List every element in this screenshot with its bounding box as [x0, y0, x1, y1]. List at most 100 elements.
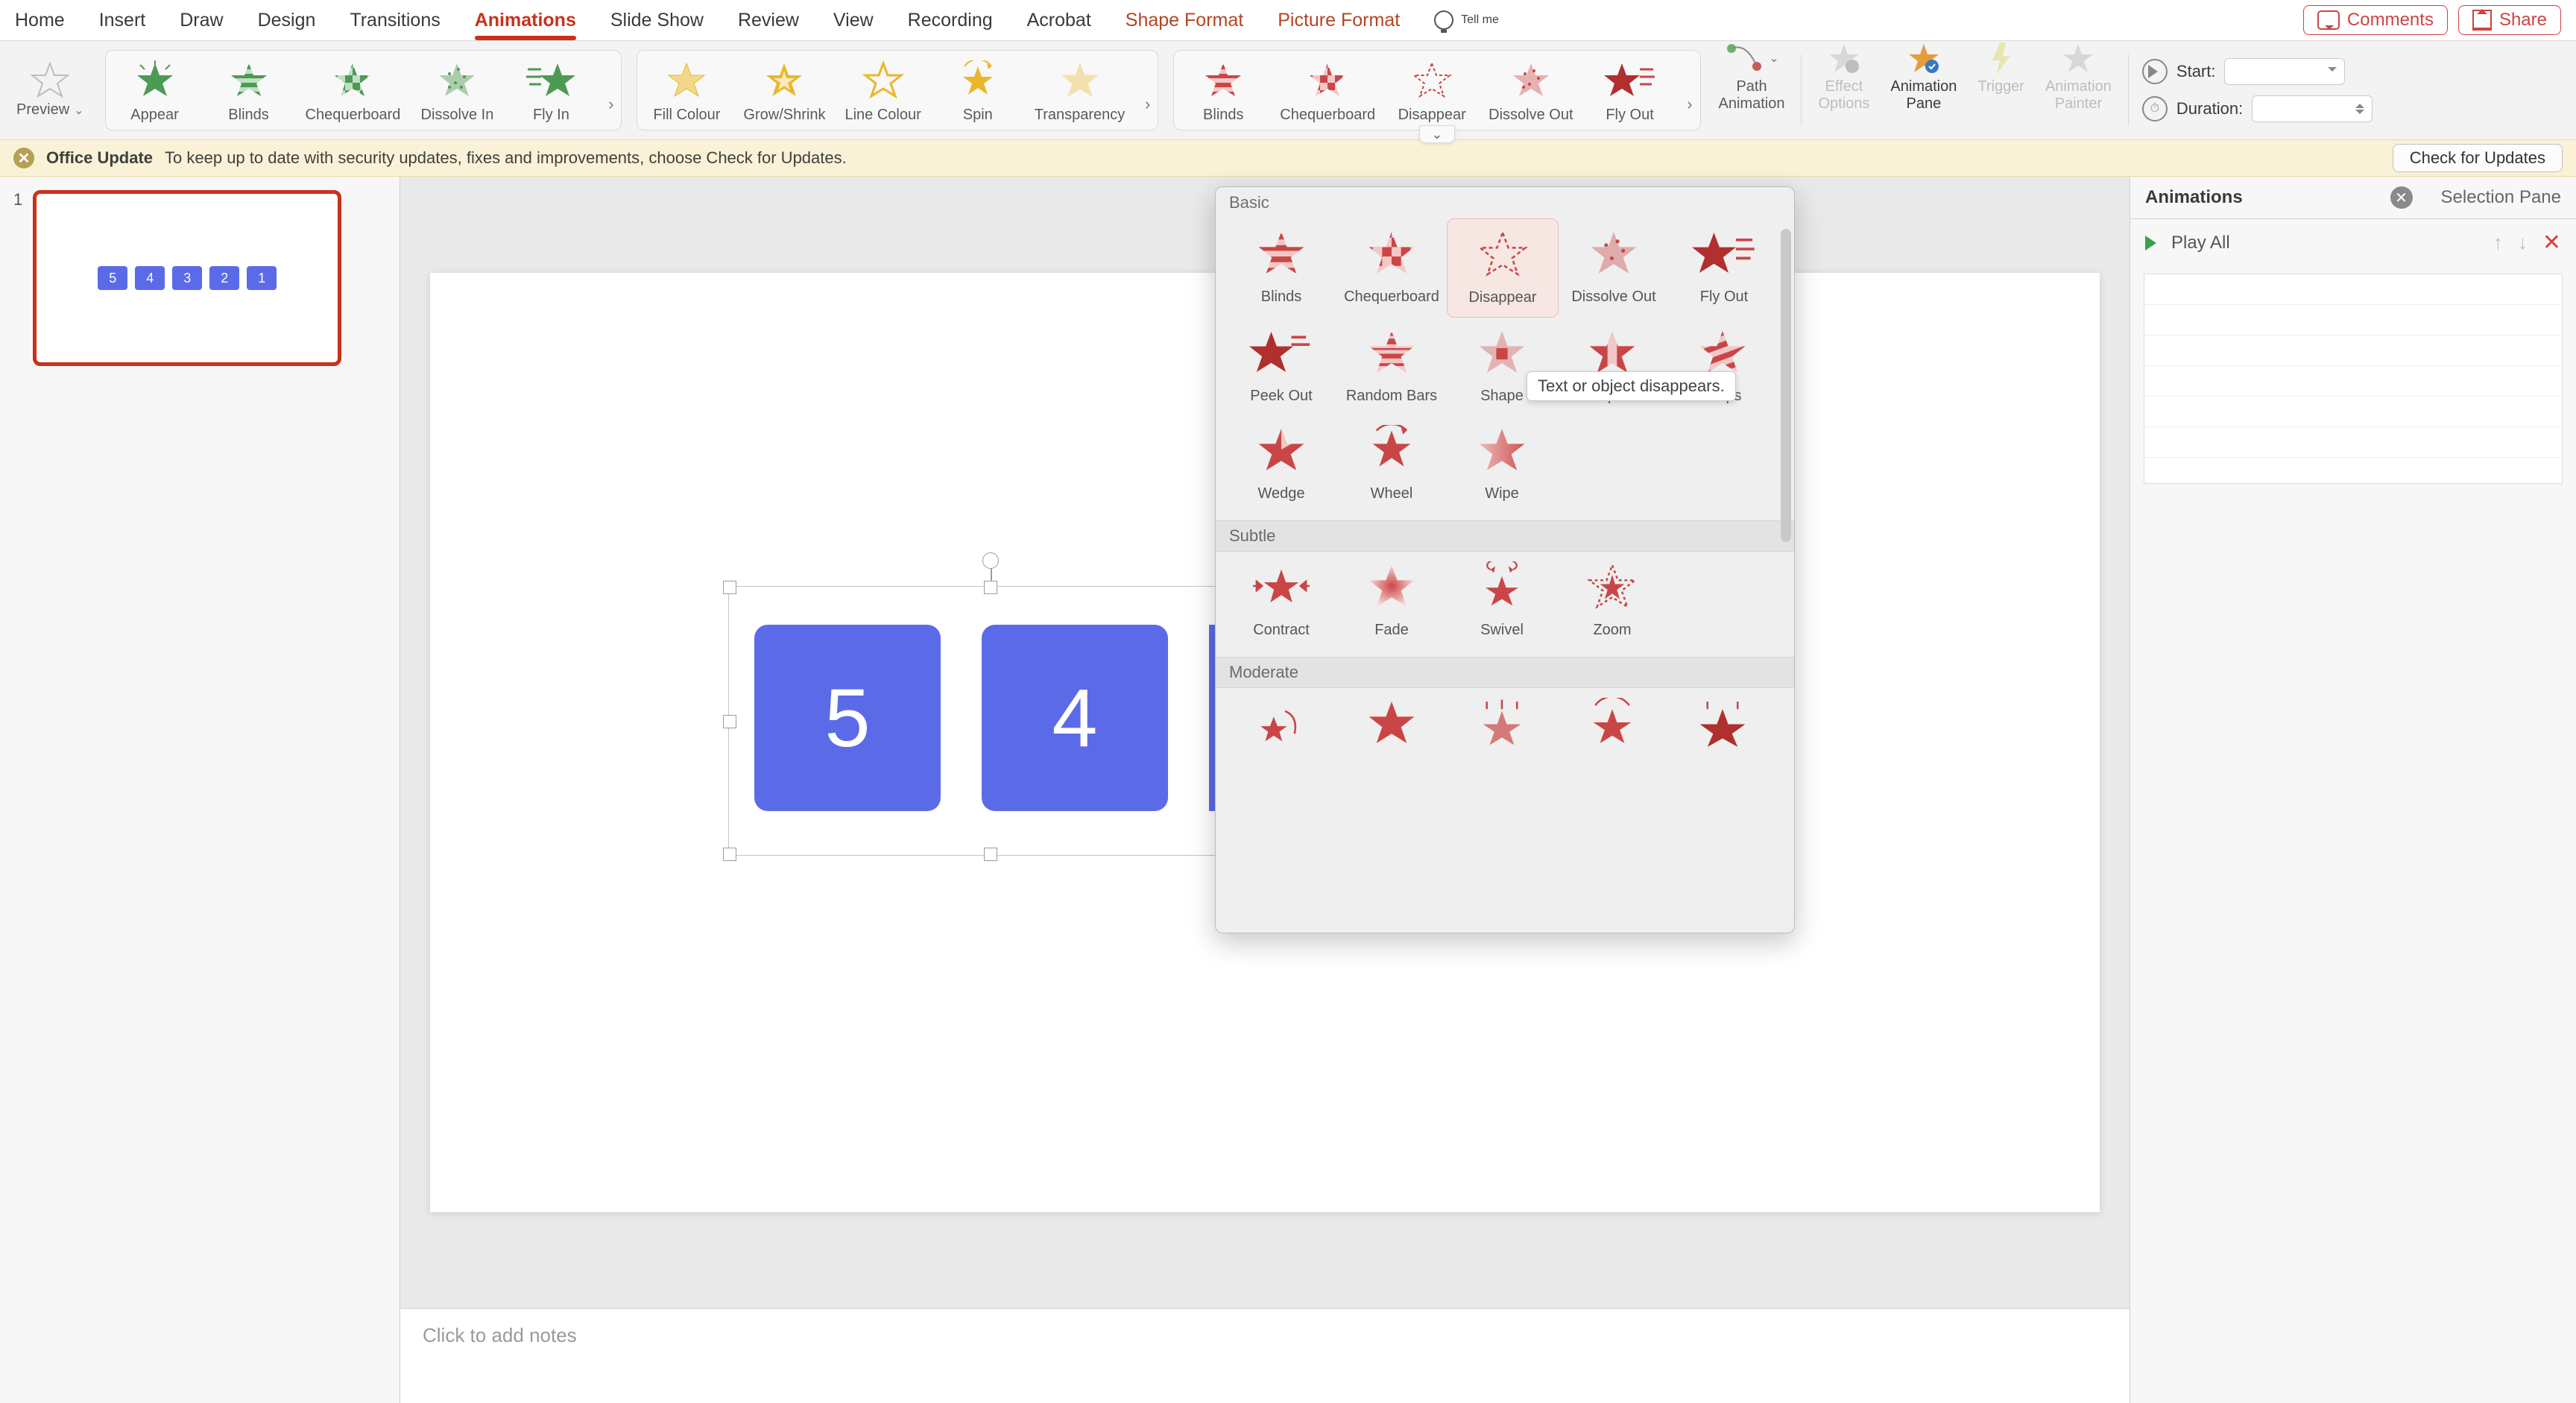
duration-label: Duration:	[2176, 99, 2243, 119]
star-icon	[1505, 57, 1557, 102]
animation-pane-label: Animation Pane	[1890, 78, 1957, 113]
tab-design[interactable]: Design	[258, 10, 316, 31]
star-icon	[1360, 694, 1424, 751]
effect-moderate-4[interactable]	[1557, 688, 1667, 778]
tab-acrobat[interactable]: Acrobat	[1027, 10, 1091, 31]
effect-fade[interactable]: Fade	[1336, 552, 1447, 649]
slide-shape-4[interactable]: 4	[982, 625, 1168, 811]
emphasis-spin[interactable]: Spin	[941, 57, 1015, 124]
exit-more-icon[interactable]: ›	[1687, 95, 1692, 114]
effect-wipe[interactable]: Wipe	[1447, 415, 1557, 513]
comments-button[interactable]: Comments	[2303, 5, 2448, 35]
trigger-icon	[1986, 41, 2016, 75]
resize-handle[interactable]	[723, 715, 736, 728]
resize-handle[interactable]	[984, 581, 997, 594]
check-for-updates-button[interactable]: Check for Updates	[2393, 144, 2563, 172]
exit-dissolve-out[interactable]: Dissolve Out	[1489, 57, 1573, 124]
resize-handle[interactable]	[723, 581, 736, 594]
tab-recording[interactable]: Recording	[908, 10, 993, 31]
entrance-dissolve-in[interactable]: Dissolve In	[420, 57, 494, 124]
effect-blinds[interactable]: Blinds	[1226, 218, 1336, 318]
exit-chequerboard[interactable]: Chequerboard	[1280, 57, 1375, 124]
trigger-button: Trigger	[1967, 41, 2035, 139]
entrance-blinds-label: Blinds	[228, 107, 268, 124]
entrance-fly-in[interactable]: Fly In	[514, 57, 588, 124]
share-button[interactable]: Share	[2458, 5, 2561, 35]
effect-wheel[interactable]: Wheel	[1336, 415, 1447, 513]
notes-pane[interactable]: Click to add notes	[400, 1308, 2130, 1403]
emphasis-more-icon[interactable]: ›	[1145, 95, 1150, 114]
move-down-button[interactable]: ↓	[2518, 231, 2528, 254]
preview-button[interactable]: Preview ⌄	[10, 62, 98, 119]
start-dropdown[interactable]	[2224, 58, 2345, 85]
emphasis-fill-colour[interactable]: Fill Colour	[649, 57, 724, 124]
effect-chequerboard[interactable]: Chequerboard	[1336, 218, 1447, 318]
slide-shape-5[interactable]: 5	[754, 625, 941, 811]
delete-animation-button[interactable]: ✕	[2542, 230, 2561, 256]
entrance-blinds[interactable]: Blinds	[212, 57, 286, 124]
tell-me-search[interactable]: Tell me	[1434, 10, 1499, 30]
effect-zoom[interactable]: Zoom	[1557, 552, 1667, 649]
tab-view[interactable]: View	[833, 10, 874, 31]
tab-shape-format[interactable]: Shape Format	[1126, 10, 1243, 31]
preview-star-icon	[28, 62, 72, 99]
emphasis-grow-label: Grow/Shrink	[743, 107, 825, 124]
tab-slide-show[interactable]: Slide Show	[610, 10, 704, 31]
scrollbar[interactable]	[1781, 229, 1791, 542]
animations-pane-tab[interactable]: Animations	[2130, 187, 2258, 208]
move-up-button[interactable]: ↑	[2493, 231, 2503, 254]
close-pane-button[interactable]: ✕	[2390, 186, 2413, 209]
selection-pane-tab[interactable]: Selection Pane	[2426, 187, 2576, 208]
play-all-button[interactable]: Play All	[2171, 233, 2230, 253]
effect-swivel[interactable]: Swivel	[1447, 552, 1557, 649]
animation-pane-button[interactable]: Animation Pane	[1880, 41, 1967, 139]
chevron-down-icon: ⌄	[1769, 51, 1778, 66]
exit-gallery-expand-button[interactable]: ⌄	[1419, 125, 1455, 143]
rotate-handle[interactable]	[982, 552, 999, 569]
effect-peek-out[interactable]: Peek Out	[1226, 318, 1336, 415]
effect-moderate-3[interactable]	[1447, 688, 1557, 778]
slide-thumbnail-1[interactable]: 5 4 3 2 1	[33, 190, 341, 366]
tab-transitions[interactable]: Transitions	[350, 10, 440, 31]
effect-random-bars[interactable]: Random Bars	[1336, 318, 1447, 415]
emphasis-transparency[interactable]: Transparency	[1035, 57, 1126, 124]
duration-input[interactable]	[2252, 95, 2373, 122]
pane-tabs: Animations ✕ Selection Pane	[2130, 177, 2576, 219]
resize-handle[interactable]	[984, 848, 997, 861]
exit-fly-out[interactable]: Fly Out	[1593, 57, 1667, 124]
effect-fly-out[interactable]: Fly Out	[1669, 218, 1779, 318]
path-animation-label: Path Animation	[1719, 78, 1785, 113]
effect-moderate-5[interactable]	[1667, 688, 1778, 778]
update-message: To keep up to date with security updates…	[165, 148, 847, 168]
tab-animations[interactable]: Animations	[475, 10, 576, 31]
emphasis-line-colour[interactable]: Line Colour	[845, 57, 921, 124]
effect-wedge[interactable]: Wedge	[1226, 415, 1336, 513]
tab-insert[interactable]: Insert	[99, 10, 146, 31]
star-icon	[129, 57, 181, 102]
tab-draw[interactable]: Draw	[180, 10, 223, 31]
emphasis-grow-shrink[interactable]: Grow/Shrink	[743, 57, 825, 124]
entrance-appear[interactable]: Appear	[118, 57, 192, 124]
resize-handle[interactable]	[723, 848, 736, 861]
exit-blinds[interactable]: Blinds	[1186, 57, 1260, 124]
effect-moderate-2[interactable]	[1336, 688, 1447, 778]
tab-picture-format[interactable]: Picture Format	[1278, 10, 1400, 31]
tab-home[interactable]: Home	[15, 10, 65, 31]
effect-dissolve-out[interactable]: Dissolve Out	[1559, 218, 1669, 318]
effect-disappear[interactable]: Disappear	[1447, 218, 1559, 318]
animation-list[interactable]	[2144, 274, 2563, 484]
bulb-icon	[1434, 10, 1453, 30]
mini-box: 4	[135, 266, 165, 290]
path-animation-button[interactable]: ⌄ Path Animation	[1708, 41, 1796, 139]
duration-icon: ⏱	[2142, 96, 2168, 122]
mini-box: 3	[172, 266, 202, 290]
animation-pane-icon	[1905, 41, 1942, 75]
section-subtle-header: Subtle	[1216, 520, 1794, 552]
exit-disappear[interactable]: Disappear	[1395, 57, 1469, 124]
effect-contract[interactable]: Contract	[1226, 552, 1336, 649]
effect-moderate-1[interactable]	[1226, 688, 1336, 778]
tab-review[interactable]: Review	[738, 10, 799, 31]
entrance-chequerboard[interactable]: Chequerboard	[306, 57, 401, 124]
effect-label: Dissolve Out	[1571, 289, 1655, 306]
entrance-more-icon[interactable]: ›	[608, 95, 613, 114]
